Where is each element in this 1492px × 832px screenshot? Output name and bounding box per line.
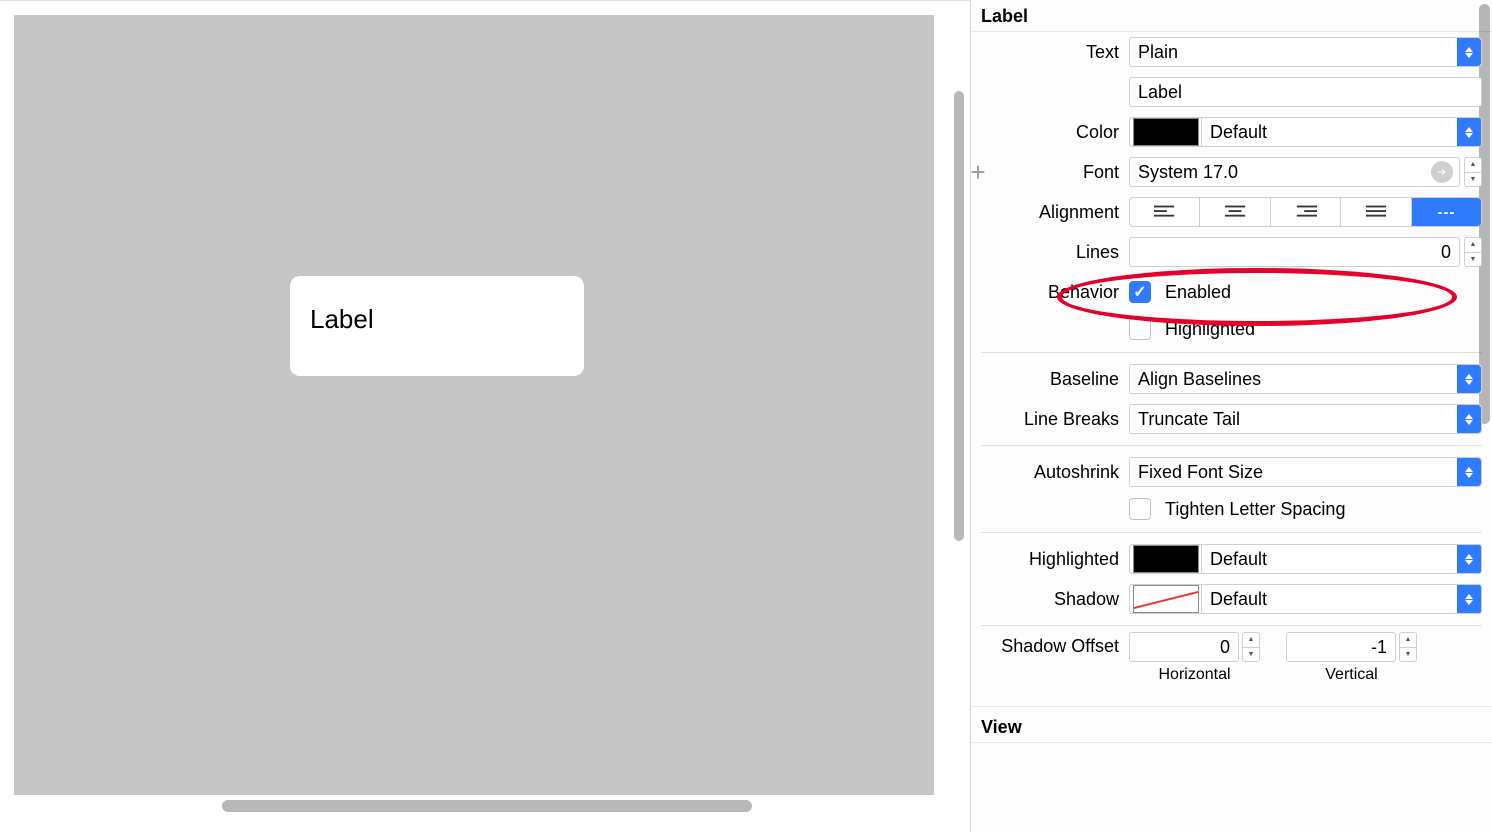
linebreaks-label: Line Breaks xyxy=(979,409,1129,430)
align-right-button[interactable] xyxy=(1271,198,1341,226)
shadow-color-picker[interactable]: Default xyxy=(1129,584,1482,614)
chevron-updown-icon xyxy=(1457,405,1481,433)
lines-label: Lines xyxy=(979,242,1129,263)
chevron-updown-icon xyxy=(1457,545,1481,573)
no-color-swatch-icon xyxy=(1133,585,1199,613)
divider xyxy=(981,625,1482,626)
stepper-down-icon: ▼ xyxy=(1465,173,1481,187)
tighten-label: Tighten Letter Spacing xyxy=(1165,499,1345,520)
lines-stepper[interactable]: ▲ ▼ xyxy=(1464,237,1482,267)
shadow-offset-vertical-stepper[interactable]: ▲ ▼ xyxy=(1399,632,1417,662)
behavior-label: Behavior xyxy=(979,282,1129,303)
shadow-offset-horizontal-sublabel: Horizontal xyxy=(1158,666,1230,684)
align-natural-glyph: --- xyxy=(1437,204,1455,221)
color-value: Default xyxy=(1202,118,1457,146)
section-header-label: Label xyxy=(971,0,1492,32)
attributes-inspector: Label Text Plain Label xyxy=(970,0,1492,832)
stepper-up-icon: ▲ xyxy=(1243,633,1259,648)
stepper-down-icon: ▼ xyxy=(1465,253,1481,267)
tighten-checkbox[interactable] xyxy=(1129,498,1151,520)
canvas-horizontal-scrollbar[interactable] xyxy=(222,800,752,812)
shadow-color-value: Default xyxy=(1202,585,1457,613)
chevron-updown-icon xyxy=(1457,365,1481,393)
chevron-updown-icon xyxy=(1457,458,1481,486)
font-picker-icon[interactable] xyxy=(1431,161,1453,183)
lines-field[interactable]: 0 xyxy=(1129,237,1460,267)
autoshrink-label: Autoshrink xyxy=(979,462,1129,483)
text-label: Text xyxy=(979,42,1129,63)
color-swatch-icon xyxy=(1133,118,1199,146)
divider xyxy=(981,445,1482,446)
baseline-label: Baseline xyxy=(979,369,1129,390)
uilabel-preview[interactable]: Label xyxy=(290,276,584,376)
shadow-color-label: Shadow xyxy=(979,589,1129,610)
shadow-offset-vertical-field[interactable]: -1 xyxy=(1286,632,1396,662)
shadow-offset-label: Shadow Offset xyxy=(979,632,1129,657)
chevron-updown-icon xyxy=(1457,585,1481,613)
canvas-vertical-scrollbar[interactable] xyxy=(954,91,964,541)
stepper-up-icon: ▲ xyxy=(1400,633,1416,648)
stepper-up-icon: ▲ xyxy=(1465,238,1481,253)
highlighted-color-value: Default xyxy=(1202,545,1457,573)
text-color-picker[interactable]: Default xyxy=(1129,117,1482,147)
align-natural-button[interactable]: --- xyxy=(1412,198,1481,226)
autoshrink-popup[interactable]: Fixed Font Size xyxy=(1129,457,1482,487)
enabled-checkbox[interactable] xyxy=(1129,281,1151,303)
shadow-offset-vertical-sublabel: Vertical xyxy=(1325,666,1377,684)
highlighted-color-picker[interactable]: Default xyxy=(1129,544,1482,574)
add-font-variant-button[interactable]: + xyxy=(970,161,989,183)
linebreaks-popup[interactable]: Truncate Tail xyxy=(1129,404,1482,434)
stepper-up-icon: ▲ xyxy=(1465,158,1481,173)
alignment-segmented: --- xyxy=(1129,197,1482,227)
alignment-label: Alignment xyxy=(979,202,1129,223)
canvas-background[interactable] xyxy=(14,15,934,795)
stepper-down-icon: ▼ xyxy=(1400,648,1416,662)
align-center-button[interactable] xyxy=(1200,198,1270,226)
text-style-value: Plain xyxy=(1138,42,1178,63)
baseline-value: Align Baselines xyxy=(1138,369,1261,390)
color-label: Color xyxy=(979,122,1129,143)
highlighted-color-label: Highlighted xyxy=(979,549,1129,570)
shadow-offset-horizontal-field[interactable]: 0 xyxy=(1129,632,1239,662)
align-left-button[interactable] xyxy=(1130,198,1200,226)
font-size-stepper[interactable]: ▲ ▼ xyxy=(1464,157,1482,187)
highlighted-checkbox[interactable] xyxy=(1129,318,1151,340)
linebreaks-value: Truncate Tail xyxy=(1138,409,1240,430)
text-value: Label xyxy=(1138,82,1182,103)
shadow-offset-vertical-value: -1 xyxy=(1371,637,1387,658)
font-value: System 17.0 xyxy=(1138,162,1238,183)
canvas-area[interactable]: Label xyxy=(0,0,970,832)
highlighted-checkbox-label: Highlighted xyxy=(1165,319,1255,340)
text-value-field[interactable]: Label xyxy=(1129,77,1482,107)
chevron-updown-icon xyxy=(1457,118,1481,146)
autoshrink-value: Fixed Font Size xyxy=(1138,462,1263,483)
uilabel-preview-text: Label xyxy=(310,304,374,334)
divider xyxy=(981,532,1482,533)
font-label: Font xyxy=(979,162,1129,183)
enabled-label: Enabled xyxy=(1165,282,1231,303)
lines-value: 0 xyxy=(1441,242,1451,263)
chevron-updown-icon xyxy=(1457,38,1481,66)
stepper-down-icon: ▼ xyxy=(1243,648,1259,662)
shadow-offset-horizontal-value: 0 xyxy=(1220,637,1230,658)
section-header-view: View xyxy=(971,706,1492,743)
baseline-popup[interactable]: Align Baselines xyxy=(1129,364,1482,394)
color-swatch-icon xyxy=(1133,545,1199,573)
align-justify-button[interactable] xyxy=(1341,198,1411,226)
shadow-offset-horizontal-stepper[interactable]: ▲ ▼ xyxy=(1242,632,1260,662)
divider xyxy=(981,352,1482,353)
font-field[interactable]: System 17.0 xyxy=(1129,157,1460,187)
text-style-popup[interactable]: Plain xyxy=(1129,37,1482,67)
